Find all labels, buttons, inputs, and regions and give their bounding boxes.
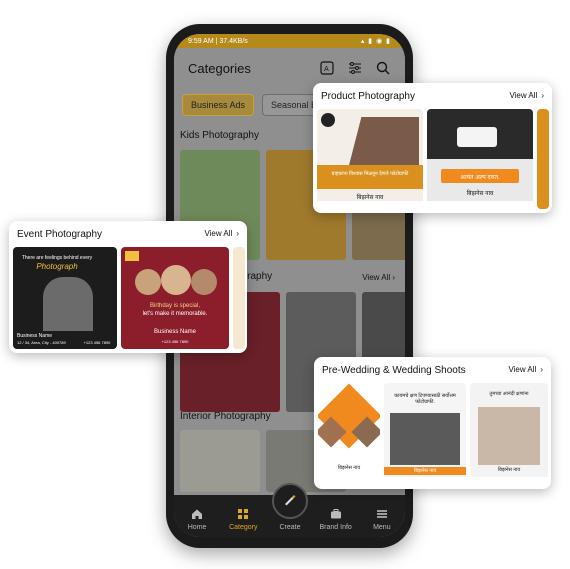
product-poster-2-table: [457, 127, 497, 147]
event-poster-2-photo-1: [135, 269, 161, 295]
wedding-poster-2-text: कायमचे क्षण टिपण्यासाठी सर्वोत्तम फोटोग्…: [394, 393, 456, 405]
wedding-poster-1-footer: [318, 477, 380, 485]
svg-text:A: A: [324, 65, 329, 73]
create-icon: [283, 492, 297, 511]
product-poster-1-banner: ग्राहकांना विश्वास मिळवून देणारे फोटोग्र…: [317, 165, 423, 189]
nav-brand-info[interactable]: Brand Info: [315, 507, 357, 531]
wedding-poster-2-footer: [384, 477, 466, 485]
filter-icon[interactable]: [347, 60, 363, 76]
product-view-all-label: View All: [509, 91, 538, 100]
chevron-right-icon: ›: [540, 365, 543, 374]
status-time: 9:59 AM | 37.4KB/s: [188, 37, 248, 45]
page-title: Categories: [188, 60, 251, 76]
event-poster-2-name: Business Name: [153, 329, 197, 335]
status-bar: 9:59 AM | 37.4KB/s ▴ ▮ ◉ ▮: [174, 34, 405, 48]
event-poster-1-addr: 12 / 34, Area, City - 400789: [17, 340, 66, 345]
section-title-interior: Interior Photography: [180, 411, 271, 422]
wedding-poster-3-text: तुमच्या आनंदी क्षणांना: [489, 391, 529, 397]
wedding-shoots-card[interactable]: Pre-Wedding & Wedding Shoots View All › ब…: [314, 357, 551, 489]
interior-thumb-1[interactable]: [180, 430, 260, 492]
nav-brand-info-label: Brand Info: [319, 524, 352, 531]
nav-category-label: Category: [229, 524, 258, 531]
event-poster-1-top: There are feelings behind every: [21, 255, 93, 261]
event-view-all-label: View All: [204, 229, 233, 238]
wedding-poster-3[interactable]: तुमच्या आनंदी क्षणांना बिझनेस नाव: [470, 383, 548, 485]
nav-menu[interactable]: Menu: [361, 507, 403, 531]
event-poster-2-line1: Birthday is special,: [149, 303, 201, 309]
event-poster-3[interactable]: [233, 247, 245, 349]
product-poster-3[interactable]: [537, 109, 549, 209]
wedding-poster-2[interactable]: कायमचे क्षण टिपण्यासाठी सर्वोत्तम फोटोग्…: [384, 383, 466, 485]
event-card-title: Event Photography: [17, 229, 103, 240]
search-icon[interactable]: [375, 60, 391, 76]
product-poster-1-name: बिझनेस नाव: [356, 195, 384, 201]
product-poster-1-logo: [321, 113, 335, 127]
stage: 9:59 AM | 37.4KB/s ▴ ▮ ◉ ▮ Categories A …: [0, 0, 570, 569]
product-poster-2-name: बिझनेस नाव: [466, 191, 494, 197]
create-button[interactable]: [272, 483, 308, 519]
wedding-poster-3-photo: [478, 407, 540, 465]
event-poster-1-name: Business Name: [17, 333, 53, 339]
wedding-card-title: Pre-Wedding & Wedding Shoots: [322, 365, 466, 376]
category-icon: [222, 507, 264, 521]
event-poster-2-phone: +123 456 7890: [161, 339, 189, 344]
menu-icon: [361, 507, 403, 521]
nav-home[interactable]: Home: [176, 507, 218, 531]
event-poster-1[interactable]: There are feelings behind every Photogra…: [13, 247, 117, 349]
wedding-view-all[interactable]: View All ›: [508, 365, 543, 374]
wedding-poster-2-photo: [390, 413, 460, 465]
product-card-title: Product Photography: [321, 91, 415, 102]
section-view-all[interactable]: View All ›: [362, 273, 395, 282]
chevron-right-icon: ›: [541, 91, 544, 100]
chevron-right-icon: ›: [236, 229, 239, 238]
event-poster-1-phone: +123 456 7890: [83, 340, 111, 345]
briefcase-icon: [315, 507, 357, 521]
event-photography-card[interactable]: Event Photography View All › There are fe…: [9, 221, 247, 353]
wedding-poster-1-name: बिझनेस नाव: [337, 465, 361, 471]
event-poster-2-photo-2: [161, 265, 191, 295]
event-poster-1-photo: [43, 277, 93, 331]
status-indicators: ▴ ▮ ◉ ▮: [360, 38, 391, 45]
section-title-kids: Kids Photography: [180, 130, 259, 141]
wedding-view-all-label: View All: [508, 365, 537, 374]
nav-home-label: Home: [187, 524, 207, 531]
create-label: Create: [279, 524, 301, 531]
event-poster-2-logo: [125, 251, 139, 261]
event-view-all[interactable]: View All ›: [204, 229, 239, 238]
event-poster-2[interactable]: Birthday is special, let's make it memor…: [121, 247, 229, 349]
wedding-poster-3-name: बिझनेस नाव: [497, 467, 521, 473]
product-poster-2-text: अत्यंत अल्प दरात.: [460, 175, 500, 181]
product-photography-card[interactable]: Product Photography View All › ग्राहकांना…: [313, 83, 552, 213]
nav-category[interactable]: Category: [222, 507, 264, 531]
section-view-all-label: View All: [362, 273, 391, 282]
wedding-poster-3-footer: [470, 477, 548, 485]
event-poster-1-script: Photograph: [36, 262, 78, 271]
wedding-poster-2-name: बिझनेस नाव: [413, 468, 437, 474]
product-view-all[interactable]: View All ›: [509, 91, 544, 100]
nav-menu-label: Menu: [373, 524, 391, 531]
wedding-poster-2-banner: बिझनेस नाव: [384, 467, 466, 475]
category-chips: Business Ads Seasonal B: [182, 94, 327, 116]
product-poster-1-footer: [317, 201, 423, 209]
event-poster-2-line2: let's make it memorable.: [142, 311, 208, 317]
product-poster-2-footer: [427, 201, 533, 209]
app-bar: Categories A: [174, 48, 405, 88]
product-poster-2-banner: अत्यंत अल्प दरात.: [441, 169, 519, 183]
product-poster-1-text: ग्राहकांना विश्वास मिळवून देणारे फोटोग्र…: [331, 171, 409, 177]
event-poster-2-photo-3: [191, 269, 217, 295]
chip-business-ads[interactable]: Business Ads: [182, 94, 255, 116]
product-poster-2[interactable]: अत्यंत अल्प दरात. बिझनेस नाव: [427, 109, 533, 209]
product-poster-1[interactable]: ग्राहकांना विश्वास मिळवून देणारे फोटोग्र…: [317, 109, 423, 209]
translate-icon[interactable]: A: [319, 60, 335, 76]
home-icon: [176, 507, 218, 521]
wedding-poster-1[interactable]: बिझनेस नाव: [318, 383, 380, 485]
